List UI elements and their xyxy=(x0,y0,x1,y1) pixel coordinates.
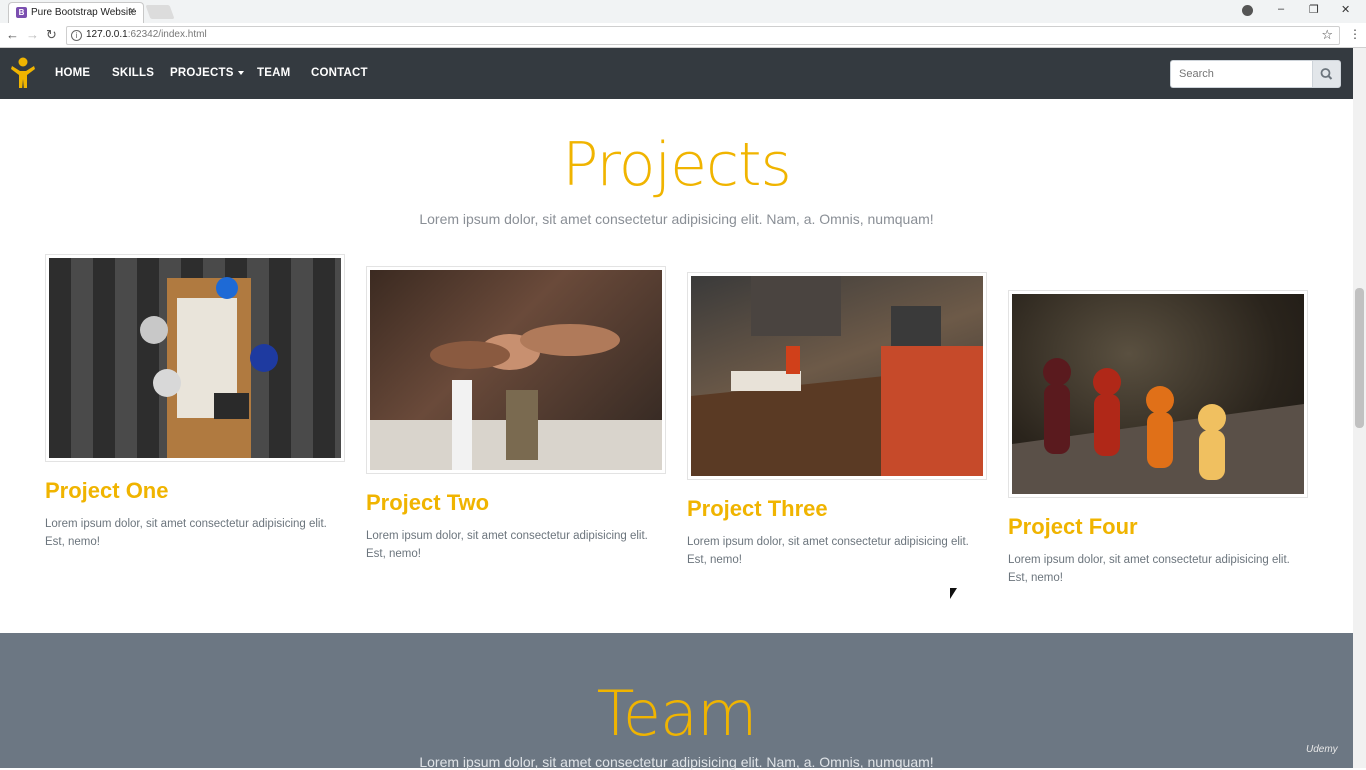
project-text-1: Lorem ipsum dolor, sit amet consectetur … xyxy=(45,518,327,548)
team-heading: Team xyxy=(596,677,758,750)
nav-home[interactable]: HOME xyxy=(55,67,90,79)
udemy-watermark: Udemy xyxy=(1306,744,1338,755)
forward-icon[interactable]: → xyxy=(26,27,39,42)
project-image-2 xyxy=(366,266,666,474)
mouse-cursor-icon xyxy=(950,588,957,599)
project-title-4: Project Four xyxy=(1008,514,1138,539)
project-title-2: Project Two xyxy=(366,490,490,515)
profile-icon[interactable] xyxy=(1242,5,1253,16)
new-tab-button[interactable] xyxy=(145,5,175,19)
site-navbar: HOME SKILLS PROJECTS TEAM CONTACT xyxy=(0,48,1353,99)
search-icon xyxy=(1320,68,1333,80)
info-icon[interactable]: i xyxy=(71,30,82,41)
projects-subtitle: Lorem ipsum dolor, sit amet consectetur … xyxy=(419,211,934,227)
caret-down-icon xyxy=(237,70,244,75)
url-text[interactable]: 127.0.0.1:62342/index.html xyxy=(86,29,207,40)
project-image-3 xyxy=(687,272,987,480)
nav-contact[interactable]: CONTACT xyxy=(311,67,368,79)
minimize-icon[interactable]: – xyxy=(1278,3,1284,15)
restore-icon[interactable]: ❐ xyxy=(1309,3,1319,16)
nav-projects-label: PROJECTS xyxy=(170,67,234,79)
project-text-4: Lorem ipsum dolor, sit amet consectetur … xyxy=(1008,554,1290,584)
browser-tab-strip: B Pure Bootstrap Website × – ❐ ✕ xyxy=(0,0,1366,23)
reload-icon[interactable]: ↻ xyxy=(46,27,57,43)
address-bar: ← → ↻ i 127.0.0.1:62342/index.html ☆ ⋮ xyxy=(0,23,1366,48)
search-button[interactable] xyxy=(1312,60,1341,88)
nav-projects-dropdown[interactable]: PROJECTS xyxy=(170,67,244,79)
search-input[interactable] xyxy=(1170,60,1312,88)
project-title-1: Project One xyxy=(45,478,169,503)
project-text-3: Lorem ipsum dolor, sit amet consectetur … xyxy=(687,536,969,566)
url-host: 127.0.0.1 xyxy=(86,29,128,40)
nav-team[interactable]: TEAM xyxy=(257,67,290,79)
bookmark-star-icon[interactable]: ☆ xyxy=(1321,27,1333,43)
scrollbar-thumb[interactable] xyxy=(1355,288,1364,428)
url-path: :62342/index.html xyxy=(127,29,207,40)
projects-heading: Projects xyxy=(562,130,792,200)
omnibox[interactable]: i 127.0.0.1:62342/index.html ☆ xyxy=(66,26,1340,45)
browser-menu-icon[interactable]: ⋮ xyxy=(1349,27,1361,41)
project-title-3: Project Three xyxy=(687,496,828,521)
browser-tab[interactable]: B Pure Bootstrap Website × xyxy=(8,2,144,23)
back-icon[interactable]: ← xyxy=(6,27,19,42)
page-scrollbar[interactable] xyxy=(1353,48,1366,768)
project-text-2: Lorem ipsum dolor, sit amet consectetur … xyxy=(366,530,648,560)
window-close-icon[interactable]: ✕ xyxy=(1341,3,1350,16)
project-image-4 xyxy=(1008,290,1308,498)
person-logo-icon[interactable] xyxy=(10,57,36,89)
tab-close-icon[interactable]: × xyxy=(129,5,135,17)
tab-title: Pure Bootstrap Website xyxy=(31,7,137,18)
bootstrap-favicon-icon: B xyxy=(16,7,27,18)
nav-skills[interactable]: SKILLS xyxy=(112,67,154,79)
project-image-1 xyxy=(45,254,345,462)
